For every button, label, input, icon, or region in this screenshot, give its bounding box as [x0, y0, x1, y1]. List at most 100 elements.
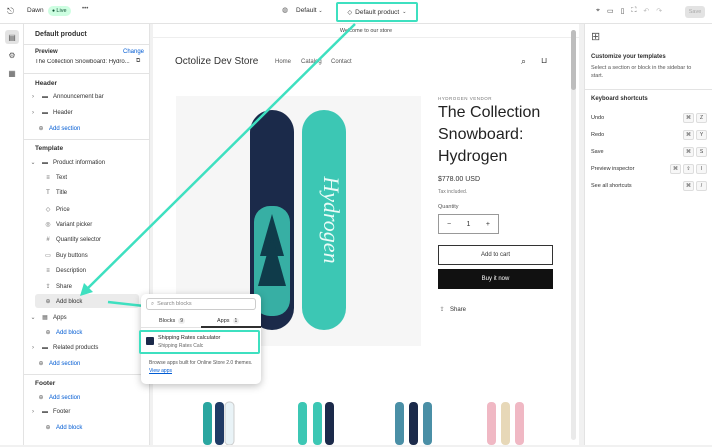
plus-button[interactable]: +: [486, 221, 490, 228]
shortcut-label[interactable]: See all shortcuts: [591, 183, 632, 189]
share-button[interactable]: ⇪ Share: [438, 306, 467, 314]
block-item-price[interactable]: ◇ Price: [44, 206, 70, 214]
divider: [24, 73, 150, 74]
tab-apps[interactable]: Apps 1: [217, 318, 240, 324]
template-selector[interactable]: ◇ Default product ⌄: [336, 2, 418, 22]
fullscreen-icon[interactable]: ⛶: [631, 7, 636, 15]
key-cap: S: [696, 147, 707, 157]
sidebar-item-footer[interactable]: › ▬ Footer: [29, 409, 70, 415]
quantity-value[interactable]: 1: [467, 221, 471, 228]
price-tag-icon: ◇: [45, 207, 51, 213]
exit-icon[interactable]: ⎋: [7, 6, 17, 16]
sidebar-item-apps[interactable]: ⌄ ▦ Apps: [29, 314, 66, 322]
live-badge: ● Live: [48, 6, 71, 16]
undo-icon[interactable]: ↶: [643, 7, 649, 15]
top-bar: ⎋ Dawn ● Live ••• ◍ Default ⌄ ◇ Default …: [0, 0, 712, 24]
tab-count: 1: [232, 318, 240, 324]
key-cap: ⌘: [683, 130, 694, 140]
block-label: Variant picker: [56, 221, 93, 228]
search-icon: ⌕: [151, 300, 155, 307]
customize-description: Select a section or block in the sidebar…: [591, 65, 692, 79]
add-section-button[interactable]: ⊕ Add section: [37, 360, 80, 368]
related-products-row: [153, 394, 579, 446]
sidebar-item-header[interactable]: › ▬ Header: [29, 110, 73, 116]
search-blocks-input[interactable]: ⌕ Search blocks: [146, 298, 256, 310]
external-link-icon[interactable]: ⧉: [136, 58, 140, 65]
search-icon[interactable]: ⌕: [521, 56, 526, 67]
block-item-description[interactable]: ≡ Description: [44, 268, 86, 274]
cart-icon[interactable]: ⊔: [541, 56, 547, 65]
search-placeholder: Search blocks: [157, 301, 192, 307]
minus-button[interactable]: −: [447, 221, 451, 228]
add-to-cart-button[interactable]: Add to cart: [438, 245, 553, 265]
store-name[interactable]: Octolize Dev Store: [175, 56, 258, 67]
block-item-title[interactable]: T Title: [44, 190, 67, 196]
preview-product: The Collection Snowboard: Hydro...: [35, 59, 130, 65]
block-item-quantity-selector[interactable]: # Quantity selector: [44, 237, 101, 243]
shortcut-row[interactable]: See all shortcuts ⌘ /: [591, 181, 707, 191]
sidebar-item-product-information[interactable]: ⌄ ▬ Product information: [29, 159, 106, 167]
desktop-icon[interactable]: ▭: [607, 7, 614, 15]
sidebar-item-announcement-bar[interactable]: › ▬ Announcement bar: [29, 94, 104, 100]
block-label: Description: [56, 268, 87, 274]
block-item-text[interactable]: ≡ Text: [44, 175, 67, 181]
share-label: Share: [450, 306, 467, 313]
section-icon: ▬: [42, 94, 48, 100]
shortcut-row: Undo ⌘ Z: [591, 113, 707, 123]
view-apps-link[interactable]: View apps: [149, 368, 172, 374]
inspector-icon[interactable]: ⌖: [596, 7, 600, 15]
mobile-icon[interactable]: ▯: [621, 7, 625, 15]
thumbnail-board: [203, 402, 212, 445]
more-actions-button[interactable]: •••: [82, 6, 88, 12]
live-badge-label: Live: [56, 8, 67, 14]
plus-circle-icon: ⊕: [38, 395, 44, 401]
viewport-toolbar: ⌖ ▭ ▯ ⛶ ↶ ↷: [596, 7, 662, 15]
key-cap: I: [696, 164, 707, 174]
scrollbar-thumb[interactable]: [571, 30, 576, 90]
key-cap: ⌘: [683, 147, 694, 157]
block-item-buy-buttons[interactable]: ▭ Buy buttons: [44, 252, 88, 260]
add-block-button[interactable]: ⊕ Add block: [44, 424, 82, 432]
sidebar-item-label: Product information: [53, 159, 106, 166]
quantity-stepper[interactable]: − 1 +: [438, 214, 499, 234]
plus-circle-icon: ⊕: [45, 425, 51, 431]
shortcut-label: Preview inspector: [591, 166, 635, 172]
block-item-share[interactable]: ⇪ Share: [44, 283, 72, 291]
block-label: Price: [56, 206, 70, 213]
sidebar-item-related-products[interactable]: › ▬ Related products: [29, 345, 98, 351]
chevron-right-icon: ›: [32, 94, 34, 100]
icon-rail: ▤ ⚙ ▦: [0, 24, 24, 445]
save-button[interactable]: Save: [685, 6, 705, 18]
app-name: Shipping Rates calculator: [158, 335, 221, 341]
change-link[interactable]: Change: [123, 49, 144, 55]
thumbnail-board: [501, 402, 510, 445]
buy-now-button[interactable]: Buy it now: [438, 269, 553, 289]
preview-scrollbar[interactable]: [571, 30, 576, 440]
add-section-button[interactable]: ⊕ Add section: [37, 125, 80, 133]
nav-contact[interactable]: Contact: [331, 59, 352, 65]
app-item-shipping-rates[interactable]: Shipping Rates calculator Shipping Rates…: [139, 330, 260, 354]
variant-icon: ◎: [45, 222, 51, 228]
plus-circle-icon: ⊕: [45, 330, 51, 336]
browse-text: Browse apps built for Online Store 2.0 t…: [149, 360, 253, 366]
block-item-variant-picker[interactable]: ◎ Variant picker: [44, 221, 93, 229]
plus-circle-icon: ⊕: [45, 299, 51, 305]
section-icon: ▬: [42, 110, 48, 116]
section-icon: ▬: [42, 409, 48, 415]
template-section-title: Template: [35, 145, 64, 152]
redo-icon[interactable]: ↷: [656, 7, 662, 15]
store-selector[interactable]: Default ⌄: [296, 7, 323, 14]
add-block-button[interactable]: ⊕ Add block: [44, 298, 82, 306]
store-selector-label: Default: [296, 7, 317, 14]
settings-icon[interactable]: ⚙: [5, 48, 19, 62]
related-product-thumbnails: [203, 401, 524, 446]
add-section-button[interactable]: ⊕ Add section: [37, 394, 80, 402]
nav-catalog[interactable]: Catalog: [301, 59, 322, 65]
add-block-button[interactable]: ⊕ Add block: [44, 329, 82, 337]
sections-icon[interactable]: ▤: [5, 30, 19, 44]
apps-icon[interactable]: ▦: [5, 66, 19, 80]
chevron-down-icon: ⌄: [318, 8, 323, 14]
nav-home[interactable]: Home: [275, 59, 291, 65]
plus-circle-icon: ⊕: [38, 126, 44, 132]
tab-blocks[interactable]: Blocks 9: [159, 318, 185, 324]
